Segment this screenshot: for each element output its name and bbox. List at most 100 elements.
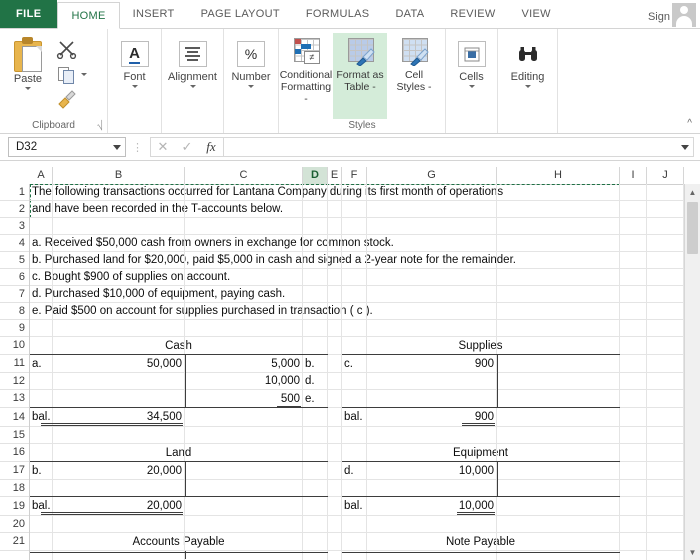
- row-header-1[interactable]: 1: [0, 184, 29, 201]
- chevron-down-icon[interactable]: [524, 85, 531, 88]
- row-header-10[interactable]: 10: [0, 337, 29, 355]
- equipment-debit-ref-d[interactable]: d.: [344, 463, 366, 480]
- cash-debit-amount-1[interactable]: 50,000: [55, 356, 182, 373]
- chevron-down-icon[interactable]: [81, 72, 87, 76]
- t-account-title-equipment[interactable]: Equipment: [344, 445, 617, 462]
- avatar[interactable]: [672, 3, 696, 27]
- t-account-title-note-payable[interactable]: Note Payable: [344, 534, 617, 551]
- t-account-title-supplies[interactable]: Supplies: [344, 338, 617, 355]
- tab-page-layout[interactable]: PAGE LAYOUT: [188, 1, 293, 28]
- tab-data[interactable]: DATA: [382, 1, 437, 28]
- cash-debit-ref-a[interactable]: a.: [32, 356, 52, 373]
- alignment-button[interactable]: Alignment: [162, 33, 223, 88]
- column-header-C[interactable]: C: [185, 167, 303, 184]
- chevron-down-icon[interactable]: [25, 87, 31, 90]
- supplies-debit-amount[interactable]: 900: [369, 356, 494, 373]
- cell-A2[interactable]: and have been recorded in the T-accounts…: [32, 202, 617, 218]
- insert-function-icon[interactable]: fx: [199, 139, 223, 155]
- cell-A7[interactable]: d. Purchased $10,000 of equipment, payin…: [32, 287, 617, 303]
- sign-in-link[interactable]: Sign: [648, 11, 670, 23]
- column-header-B[interactable]: B: [53, 167, 185, 184]
- row-header-21[interactable]: 21: [0, 533, 29, 551]
- tab-file[interactable]: FILE: [0, 0, 58, 28]
- column-header-G[interactable]: G: [367, 167, 497, 184]
- row-header-9[interactable]: 9: [0, 320, 29, 337]
- t-account-title-land[interactable]: Land: [32, 445, 325, 462]
- scrollbar-thumb[interactable]: [687, 202, 698, 254]
- row-header-8[interactable]: 8: [0, 303, 29, 320]
- row-header-11[interactable]: 11: [0, 355, 29, 373]
- confirm-edit-icon[interactable]: ✓: [175, 139, 199, 155]
- collapse-ribbon-icon[interactable]: ^: [687, 118, 692, 129]
- row-header-2[interactable]: 2: [0, 201, 29, 218]
- column-header-A[interactable]: A: [30, 167, 53, 184]
- format-painter-button[interactable]: [56, 89, 104, 109]
- chevron-down-icon[interactable]: [131, 85, 138, 88]
- t-account-title-cash[interactable]: Cash: [32, 338, 325, 355]
- font-button[interactable]: A Font: [108, 33, 161, 88]
- row-header-13[interactable]: 13: [0, 390, 29, 408]
- t-account-title-accounts-payable[interactable]: Accounts Payable: [32, 534, 325, 551]
- number-button[interactable]: % Number: [224, 33, 278, 88]
- row-header-16[interactable]: 16: [0, 444, 29, 462]
- row-header-19[interactable]: 19: [0, 497, 29, 516]
- row-header-7[interactable]: 7: [0, 286, 29, 303]
- column-header-D[interactable]: D: [303, 167, 328, 184]
- scroll-up-icon[interactable]: ▲: [685, 184, 700, 200]
- equipment-balance-label[interactable]: bal.: [344, 498, 366, 516]
- row-header-3[interactable]: 3: [0, 218, 29, 235]
- cancel-edit-icon[interactable]: ✕: [151, 139, 175, 155]
- formula-input[interactable]: [223, 137, 694, 157]
- paste-button[interactable]: Paste: [0, 33, 56, 90]
- conditional-formatting-button[interactable]: ≠ Conditional Formatting -: [279, 33, 333, 119]
- chevron-down-icon[interactable]: [189, 85, 196, 88]
- cell-A1[interactable]: The following transactions occurred for …: [32, 185, 617, 201]
- cash-credit-amount-2[interactable]: 10,000: [187, 374, 300, 390]
- grid-cells-area[interactable]: The following transactions occurred for …: [30, 184, 700, 560]
- chevron-down-icon[interactable]: [248, 85, 254, 88]
- cash-credit-ref-e[interactable]: e.: [305, 391, 327, 408]
- format-as-table-button[interactable]: Format as Table -: [333, 33, 387, 119]
- supplies-debit-ref-c[interactable]: c.: [344, 356, 366, 373]
- tab-review[interactable]: REVIEW: [437, 1, 508, 28]
- row-header-18[interactable]: 18: [0, 480, 29, 497]
- tab-formulas[interactable]: FORMULAS: [293, 1, 383, 28]
- chevron-down-icon[interactable]: [113, 144, 121, 150]
- tab-view[interactable]: VIEW: [509, 1, 564, 28]
- name-box[interactable]: D32: [8, 137, 126, 157]
- cut-button[interactable]: [56, 39, 104, 59]
- column-header-H[interactable]: H: [497, 167, 620, 184]
- row-header-14[interactable]: 14: [0, 408, 29, 427]
- column-header-J[interactable]: J: [647, 167, 684, 184]
- row-header-12[interactable]: 12: [0, 373, 29, 390]
- equipment-debit-amount[interactable]: 10,000: [369, 463, 494, 480]
- column-header-I[interactable]: I: [620, 167, 647, 184]
- cell-A6[interactable]: c. Bought $900 of supplies on account.: [32, 270, 617, 286]
- land-debit-ref-b[interactable]: b.: [32, 463, 52, 480]
- cell-A8[interactable]: e. Paid $500 on account for supplies pur…: [32, 304, 617, 320]
- cells-button[interactable]: Cells: [446, 33, 497, 88]
- cash-credit-amount-1[interactable]: 5,000: [187, 356, 300, 373]
- cash-credit-ref-b[interactable]: b.: [305, 356, 327, 373]
- row-header-15[interactable]: 15: [0, 427, 29, 444]
- row-header-17[interactable]: 17: [0, 462, 29, 480]
- supplies-balance-label[interactable]: bal.: [344, 409, 366, 427]
- editing-button[interactable]: Editing: [498, 33, 557, 88]
- cash-credit-ref-d[interactable]: d.: [305, 374, 327, 390]
- vertical-scrollbar[interactable]: ▲ ▼: [684, 184, 700, 560]
- row-header-4[interactable]: 4: [0, 235, 29, 252]
- cell-styles-button[interactable]: Cell Styles -: [387, 33, 441, 119]
- row-header-6[interactable]: 6: [0, 269, 29, 286]
- row-header-20[interactable]: 20: [0, 516, 29, 533]
- column-header-E[interactable]: E: [328, 167, 342, 184]
- tab-insert[interactable]: INSERT: [120, 1, 188, 28]
- land-debit-amount[interactable]: 20,000: [55, 463, 182, 480]
- clipboard-dialog-launcher[interactable]: ⎷: [97, 120, 103, 131]
- cell-A5[interactable]: b. Purchased land for $20,000, paid $5,0…: [32, 253, 617, 269]
- tab-home[interactable]: HOME: [57, 2, 120, 29]
- chevron-down-icon[interactable]: [681, 144, 689, 150]
- column-header-F[interactable]: F: [342, 167, 367, 184]
- copy-button[interactable]: [56, 64, 104, 84]
- chevron-down-icon[interactable]: [468, 85, 475, 88]
- row-header-5[interactable]: 5: [0, 252, 29, 269]
